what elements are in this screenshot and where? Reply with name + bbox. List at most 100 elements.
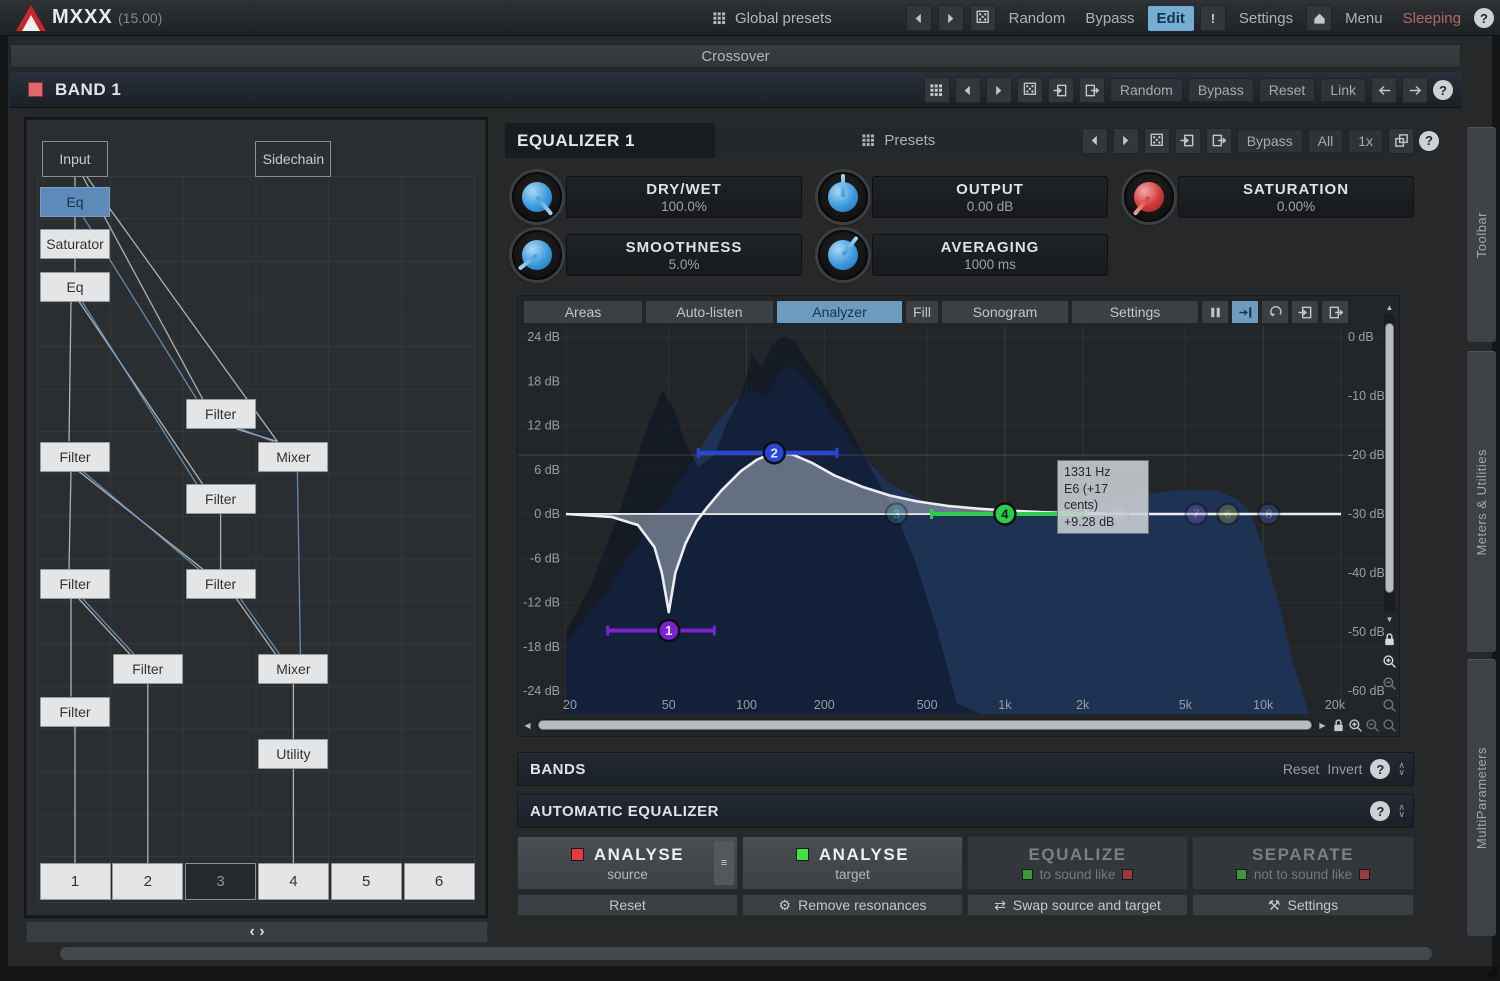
random-button[interactable]: Random — [1002, 7, 1073, 30]
equalize-button[interactable]: EQUALIZE to sound like — [967, 836, 1188, 890]
band-link-button[interactable]: Link — [1320, 78, 1366, 102]
node-filter-filter_a[interactable]: Filter — [186, 399, 256, 429]
resize-handle[interactable] — [1484, 963, 1498, 977]
eq-bypass-button[interactable]: Bypass — [1237, 129, 1303, 153]
bands-collapse-spinner[interactable]: ∧∨ — [1398, 762, 1405, 776]
band-presets-grid-icon[interactable] — [924, 77, 950, 103]
window-horizontal-scrollbar[interactable] — [60, 947, 1432, 960]
zoom-auto-icon[interactable] — [1382, 698, 1397, 713]
dry-wet-value-panel[interactable]: DRY/WET100.0% — [566, 176, 802, 218]
edit-button[interactable]: Edit — [1148, 6, 1194, 31]
output-slot-2[interactable]: 2 — [112, 863, 183, 900]
node-mixer-mixer_b[interactable]: Mixer — [258, 654, 328, 684]
analyse-target-button[interactable]: ANALYSE target — [742, 836, 963, 890]
saturation-knob[interactable] — [1124, 172, 1174, 222]
tab-areas[interactable]: Areas — [524, 301, 642, 323]
node-input-input[interactable]: Input — [42, 141, 108, 177]
node-mixer-mixer_a[interactable]: Mixer — [258, 442, 328, 472]
output-slot-6[interactable]: 6 — [404, 863, 475, 900]
zoom-in-icon[interactable] — [1382, 654, 1397, 669]
node-filter-filter_b[interactable]: Filter — [40, 442, 110, 472]
tab-sonogram[interactable]: Sonogram — [942, 301, 1068, 323]
equalizer-presets-button[interactable]: Presets — [715, 132, 1082, 149]
warning-icon[interactable]: ! — [1200, 5, 1226, 31]
tab-fill[interactable]: Fill — [906, 301, 938, 323]
band-bypass-button[interactable]: Bypass — [1188, 78, 1254, 102]
h-zoom-out-icon[interactable] — [1365, 718, 1380, 733]
scroll-right-icon[interactable]: ▶ — [1316, 719, 1329, 731]
smoothness-value-panel[interactable]: SMOOTHNESS5.0% — [566, 234, 802, 276]
band-dice-icon[interactable]: ⚄ — [1017, 77, 1043, 103]
dry-wet-knob[interactable] — [512, 172, 562, 222]
node-filter-filter_e[interactable]: Filter — [186, 569, 256, 599]
menu-button[interactable]: Menu — [1338, 7, 1390, 30]
graph-import-icon[interactable] — [1292, 301, 1318, 323]
graph-horizontal-scrollbar[interactable]: ◀ ▶ — [521, 717, 1397, 733]
h-zoom-auto-icon[interactable] — [1382, 718, 1397, 733]
eq-1x-button[interactable]: 1x — [1348, 129, 1383, 153]
output-value-panel[interactable]: OUTPUT0.00 dB — [872, 176, 1108, 218]
scroll-left-icon[interactable]: ◀ — [521, 719, 534, 731]
eq-band-6-handle[interactable]: 6 — [1217, 504, 1238, 525]
band-forward-arrow[interactable] — [1402, 77, 1428, 103]
zoom-out-icon[interactable] — [1382, 676, 1397, 691]
node-eq-eq1[interactable]: Eq — [40, 187, 110, 217]
h-zoom-in-icon[interactable] — [1348, 718, 1363, 733]
node-filter-filter_f[interactable]: Filter — [113, 654, 183, 684]
eq-band-7-handle[interactable]: 7 — [1186, 504, 1207, 525]
output-slot-4[interactable]: 4 — [258, 863, 329, 900]
averaging-value-panel[interactable]: AVERAGING1000 ms — [872, 234, 1108, 276]
remove-resonances-button[interactable]: ⚙ Remove resonances — [742, 894, 963, 916]
node-sidechain-sidechain[interactable]: Sidechain — [255, 141, 331, 177]
eq-prev-button[interactable] — [1082, 128, 1108, 154]
bypass-button[interactable]: Bypass — [1078, 7, 1141, 30]
band-import-icon[interactable] — [1048, 77, 1074, 103]
band-next-button[interactable] — [986, 77, 1012, 103]
band-export-icon[interactable] — [1079, 77, 1105, 103]
autoeq-settings-button[interactable]: ⚒ Settings — [1192, 894, 1414, 916]
pause-icon[interactable] — [1202, 301, 1228, 323]
eq-next-button[interactable] — [1113, 128, 1139, 154]
help-icon[interactable]: ? — [1474, 8, 1494, 28]
saturation-value-panel[interactable]: SATURATION0.00% — [1178, 176, 1414, 218]
next-preset-button[interactable] — [938, 5, 964, 31]
node-saturator-saturator[interactable]: Saturator — [40, 229, 110, 259]
eq-band-3-handle[interactable]: 3 — [886, 504, 907, 525]
swap-source-target-button[interactable]: ⇄ Swap source and target — [967, 894, 1188, 916]
autoeq-help-icon[interactable]: ? — [1370, 801, 1390, 821]
node-filter-filter_g[interactable]: Filter — [40, 697, 110, 727]
bands-invert-button[interactable]: Invert — [1327, 761, 1362, 777]
tab-settings[interactable]: Settings — [1072, 301, 1198, 323]
tab-auto-listen[interactable]: Auto-listen — [646, 301, 773, 323]
normalize-icon[interactable] — [1232, 301, 1258, 323]
smoothness-knob[interactable] — [512, 230, 562, 280]
output-slot-5[interactable]: 5 — [331, 863, 402, 900]
band-help-icon[interactable]: ? — [1433, 80, 1453, 100]
hscroll-thumb[interactable] — [538, 720, 1312, 730]
analyse-source-menu-icon[interactable]: ≡ — [714, 841, 734, 885]
eq-export-icon[interactable] — [1206, 128, 1232, 154]
random-dice-icon[interactable]: ⚄ — [970, 5, 996, 31]
equalizer-title-tab[interactable]: EQUALIZER 1 — [505, 123, 715, 158]
band-color-swatch[interactable] — [28, 82, 43, 97]
node-eq-eq2[interactable]: Eq — [40, 272, 110, 302]
output-slot-3[interactable]: 3 — [185, 863, 256, 900]
bands-help-icon[interactable]: ? — [1370, 759, 1390, 779]
node-filter-filter_d[interactable]: Filter — [40, 569, 110, 599]
lock-icon[interactable] — [1382, 632, 1397, 647]
band-reset-button[interactable]: Reset — [1259, 78, 1316, 102]
eq-detach-icon[interactable] — [1388, 128, 1414, 154]
node-utility-utility[interactable]: Utility — [258, 739, 328, 769]
averaging-knob[interactable] — [818, 230, 868, 280]
node-filter-filter_c[interactable]: Filter — [186, 484, 256, 514]
output-slot-1[interactable]: 1 — [40, 863, 111, 900]
bands-reset-button[interactable]: Reset — [1283, 761, 1320, 777]
sidebar-tab-meters-utilities[interactable]: Meters & Utilities — [1467, 351, 1496, 652]
sidebar-tab-toolbar[interactable]: Toolbar — [1467, 127, 1496, 342]
home-icon[interactable] — [1306, 5, 1332, 31]
graph-vertical-scrollbar[interactable]: ▲ ▼ — [1382, 301, 1397, 729]
eq-help-icon[interactable]: ? — [1419, 131, 1439, 151]
band-back-arrow[interactable] — [1371, 77, 1397, 103]
output-knob[interactable] — [818, 172, 868, 222]
separate-button[interactable]: SEPARATE not to sound like — [1192, 836, 1414, 890]
